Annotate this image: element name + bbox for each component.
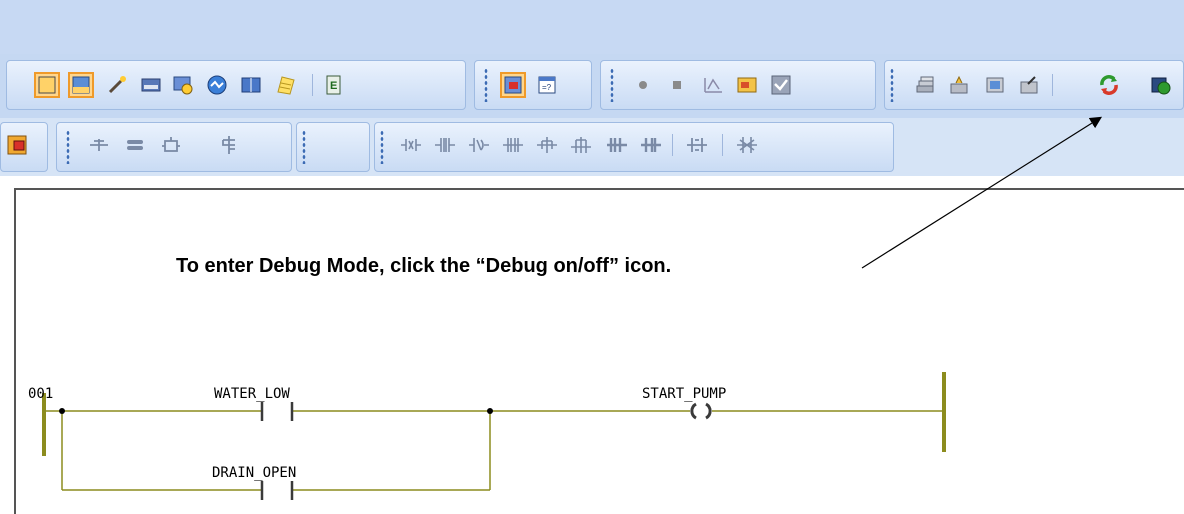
contact-drain-open[interactable]	[260, 481, 294, 500]
ladder-diagram: 001 WATER_LOW DRAIN_OPEN START_PUMP	[28, 116, 1103, 500]
contact-label: WATER_LOW	[214, 386, 290, 402]
junction-dot	[487, 408, 493, 414]
coil-label: START_PUMP	[642, 386, 726, 402]
rung-number: 001	[28, 386, 53, 402]
junction-dot	[59, 408, 65, 414]
callout-arrow	[861, 116, 1103, 269]
contact-label: DRAIN_OPEN	[212, 465, 296, 481]
contact-water-low[interactable]	[260, 402, 294, 421]
coil-start-pump[interactable]	[690, 402, 712, 420]
